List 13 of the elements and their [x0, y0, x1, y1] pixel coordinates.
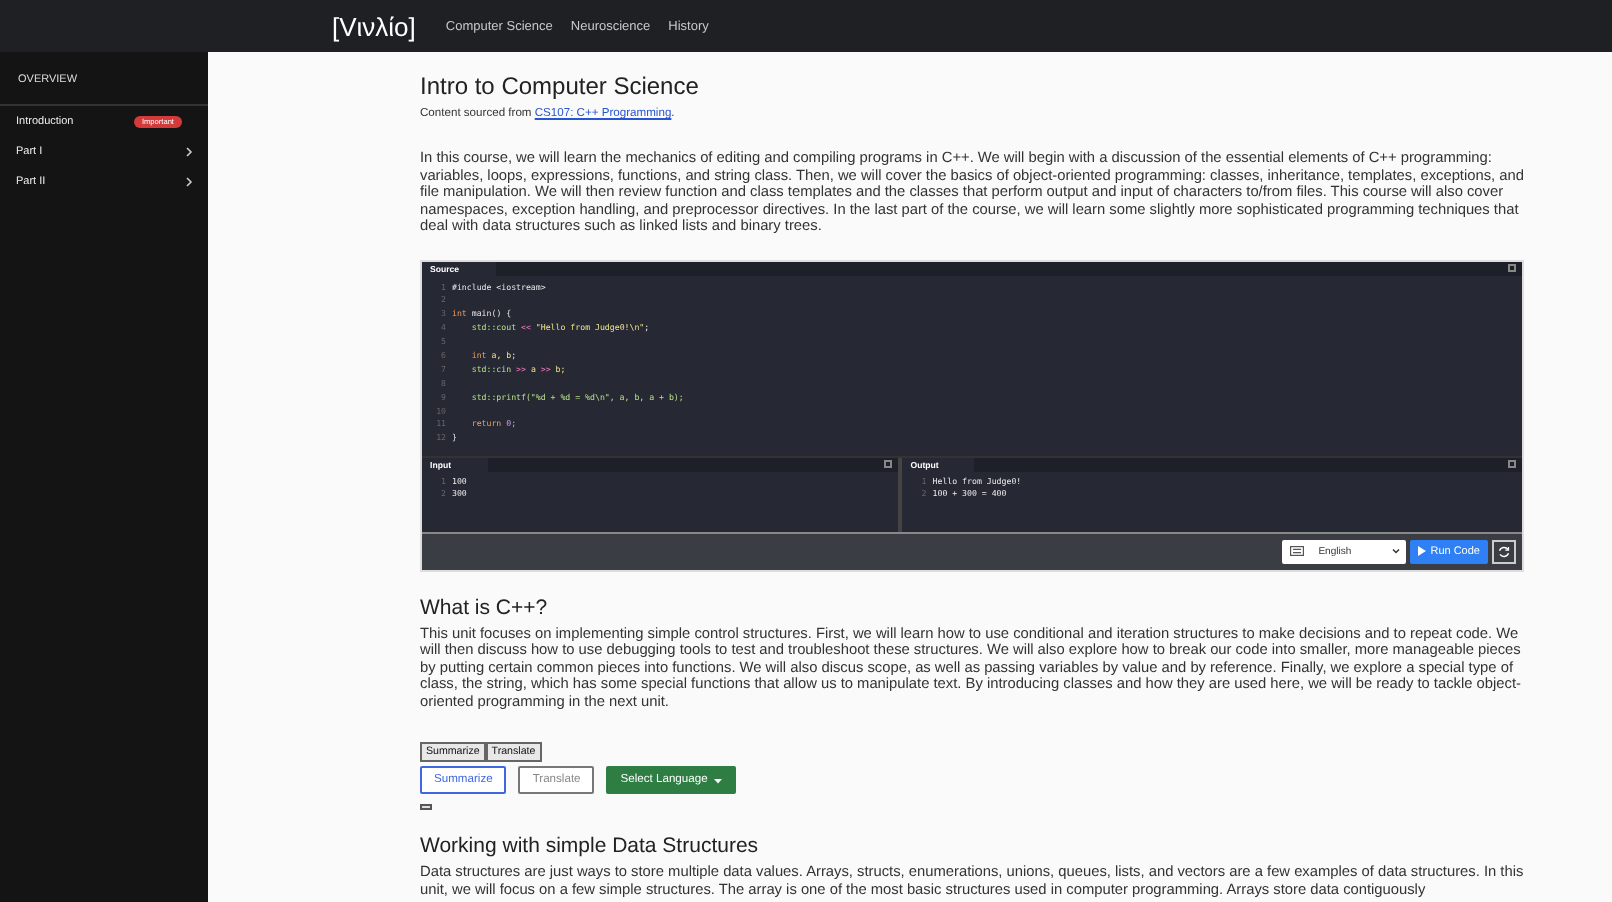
refresh-icon[interactable]	[1492, 539, 1516, 563]
small-toggle[interactable]	[420, 804, 432, 810]
play-icon	[1418, 546, 1427, 556]
keyboard-icon	[1290, 546, 1305, 556]
site-logo[interactable]: [Vινλίο]	[332, 11, 416, 41]
caret-icon	[713, 777, 722, 783]
chevron-down-icon	[1392, 548, 1401, 554]
maximize-icon[interactable]	[1508, 264, 1516, 272]
section-heading: What is C++?	[420, 595, 550, 619]
section-heading: Working with simple Data Structures	[420, 834, 761, 858]
maximize-icon[interactable]	[1508, 460, 1516, 468]
maximize-icon[interactable]	[884, 460, 893, 468]
page-title: Intro to Computer Science	[420, 72, 701, 100]
